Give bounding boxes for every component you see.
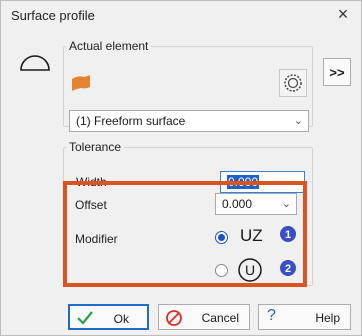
tolerance-legend: Tolerance	[69, 140, 122, 154]
dialog-title: Surface profile	[11, 8, 95, 23]
actual-element-legend: Actual element	[69, 39, 149, 53]
more-options-button[interactable]: >>	[323, 58, 351, 86]
offset-modifier-highlight: Offset 0.000 ⌄ Modifier UZ 1 U 2	[63, 181, 307, 287]
badge-2-icon: 2	[279, 259, 297, 280]
question-mark-icon: ?	[267, 307, 276, 324]
badge-2-text: 2	[285, 263, 291, 275]
freeform-surface-icon	[71, 74, 91, 95]
actual-element-select[interactable]: (1) Freeform surface ⌄	[69, 110, 309, 132]
help-button[interactable]: ? Help	[258, 304, 351, 330]
actual-element-value: (1) Freeform surface	[76, 114, 186, 128]
cancel-label: Cancel	[201, 311, 239, 325]
cancel-button[interactable]: Cancel	[158, 304, 250, 330]
close-button[interactable]: ×	[331, 3, 355, 25]
help-label: Help	[315, 311, 340, 325]
actual-element-group: Actual element (1) Freeform surface ⌄	[63, 39, 313, 132]
chevron-down-icon: ⌄	[293, 115, 303, 127]
modifier-label: Modifier	[75, 232, 118, 246]
offset-value: 0.000	[222, 197, 253, 211]
offset-label: Offset	[75, 198, 107, 212]
modifier-u-radio[interactable]	[215, 264, 228, 277]
cancel-circle-icon	[165, 309, 183, 330]
chevron-down-icon: ⌄	[281, 198, 291, 210]
element-select-button[interactable]	[279, 69, 307, 97]
ok-label: Ok	[113, 312, 129, 326]
badge-1-text: 1	[285, 229, 291, 241]
ok-button[interactable]: Ok	[68, 304, 149, 330]
element-select-icon	[284, 74, 302, 92]
surface-profile-dialog: Surface profile × Actual element (1) Fre…	[0, 0, 362, 336]
surface-profile-symbol-icon	[19, 51, 51, 76]
offset-select[interactable]: 0.000 ⌄	[215, 193, 297, 215]
modifier-uz-text: UZ	[240, 226, 263, 245]
badge-1-icon: 1	[279, 225, 297, 246]
modifier-uz-radio[interactable]	[215, 231, 228, 244]
modifier-u-text: U	[245, 262, 255, 278]
checkmark-icon	[76, 310, 94, 329]
modifier-u-icon: U	[237, 257, 263, 286]
